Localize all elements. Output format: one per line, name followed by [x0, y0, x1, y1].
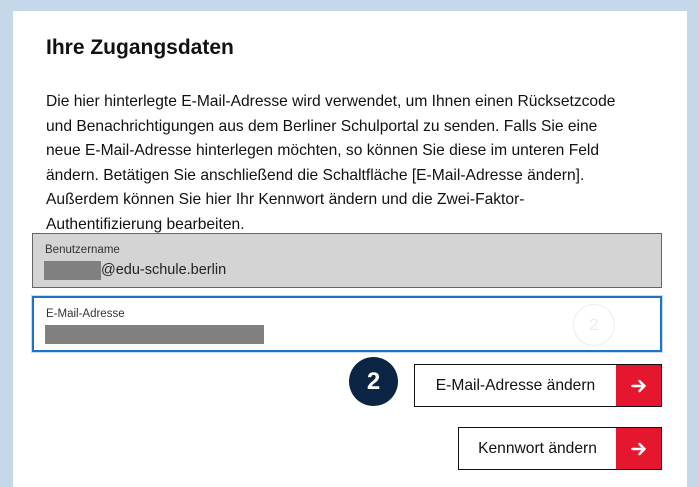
username-field: Benutzername @edu-schule.berlin: [32, 233, 662, 288]
email-value[interactable]: [45, 324, 264, 344]
section-description: Die hier hinterlegte E-Mail-Adresse wird…: [46, 90, 676, 238]
step-badge: 2: [349, 357, 398, 406]
change-email-label: E-Mail-Adresse ändern: [435, 376, 596, 394]
page-title: Ihre Zugangsdaten: [46, 36, 234, 59]
username-domain: @edu-schule.berlin: [101, 262, 227, 278]
arrow-right-icon: [616, 428, 661, 469]
description-line: Außerdem können Sie hier Ihr Kennwort än…: [46, 191, 525, 209]
email-field[interactable]: E-Mail-Adresse 2: [32, 296, 662, 352]
redacted-username: [44, 260, 101, 280]
description-line: neue E-Mail-Adresse hinterlegen möchten,…: [46, 142, 600, 160]
description-line: Die hier hinterlegte E-Mail-Adresse wird…: [46, 93, 616, 110]
change-email-button[interactable]: E-Mail-Adresse ändern: [414, 364, 662, 407]
change-password-button[interactable]: Kennwort ändern: [458, 427, 662, 470]
ghost-step-badge: 2: [573, 304, 615, 346]
email-label: E-Mail-Adresse: [46, 308, 125, 320]
description-line: und Benachrichtigungen aus dem Berliner …: [46, 117, 598, 135]
username-label: Benutzername: [45, 244, 120, 256]
username-value: @edu-schule.berlin: [44, 260, 226, 280]
change-password-label: Kennwort ändern: [478, 439, 597, 457]
arrow-right-icon: [616, 365, 661, 406]
redacted-email: [45, 324, 264, 344]
description-line: ändern. Betätigen Sie anschließend die S…: [46, 166, 585, 184]
